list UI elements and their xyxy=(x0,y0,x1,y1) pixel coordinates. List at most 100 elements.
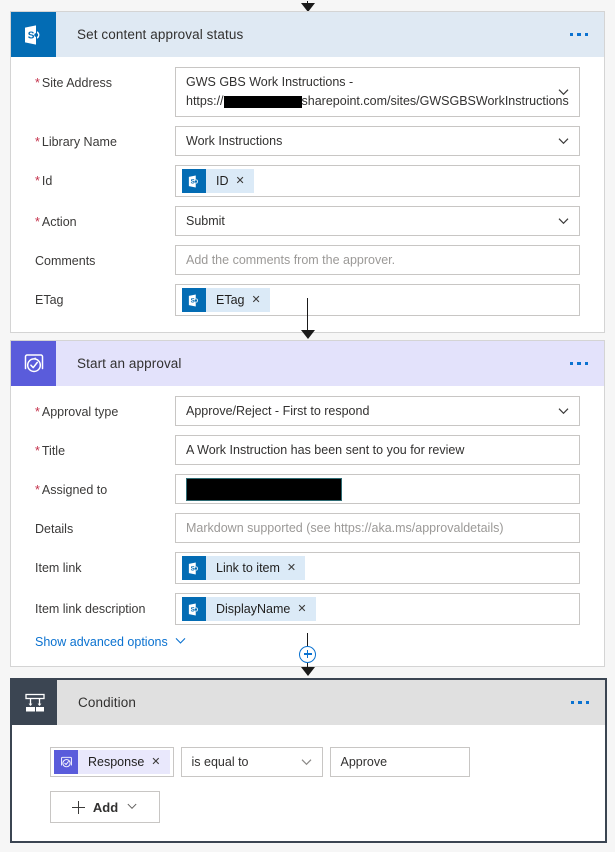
action-dropdown[interactable]: Submit xyxy=(175,206,580,236)
arrow-down-icon xyxy=(300,666,315,676)
field-comments: Comments Add the comments from the appro… xyxy=(35,245,580,275)
card-set-content-approval-status[interactable]: S Set content approval status * Site Addr… xyxy=(10,11,605,333)
site-address-line1: GWS GBS Work Instructions - xyxy=(186,75,354,89)
field-label: Comments xyxy=(35,254,96,268)
comments-placeholder: Add the comments from the approver. xyxy=(186,252,396,267)
svg-text:S: S xyxy=(190,565,194,572)
library-name-dropdown[interactable]: Work Instructions xyxy=(175,126,580,156)
title-input[interactable]: A Work Instruction has been sent to you … xyxy=(175,435,580,465)
connector-2-3 xyxy=(10,630,605,678)
comments-input[interactable]: Add the comments from the approver. xyxy=(175,245,580,275)
id-token-input[interactable]: S ID ✕ xyxy=(175,165,580,197)
card-start-an-approval[interactable]: Start an approval * Approval type Approve… xyxy=(10,340,605,667)
plus-circle-icon[interactable] xyxy=(299,645,316,663)
field-id: * Id S ID ✕ xyxy=(35,165,580,197)
chevron-down-icon xyxy=(557,405,570,418)
condition-left-operand[interactable]: Response ✕ xyxy=(50,747,174,777)
field-label: * Assigned to xyxy=(35,483,108,497)
token-chip[interactable]: S Link to item ✕ xyxy=(182,556,306,580)
add-button-label: Add xyxy=(92,799,119,815)
field-label: * Id xyxy=(35,174,53,188)
library-name-value: Work Instructions xyxy=(186,133,283,148)
field-label: * Action xyxy=(35,215,77,229)
close-icon[interactable]: ✕ xyxy=(151,756,169,768)
token-label: Response xyxy=(88,755,145,769)
field-title: * Title A Work Instruction has been sent … xyxy=(35,435,580,465)
required-asterisk: * xyxy=(35,174,40,188)
card-header: Condition xyxy=(12,680,605,725)
condition-operator-dropdown[interactable]: is equal to xyxy=(180,747,323,777)
condition-right-operand-input[interactable]: Approve xyxy=(329,747,470,777)
card-header: S Set content approval status xyxy=(11,12,604,57)
token-chip[interactable]: S ID ✕ xyxy=(182,169,254,193)
required-asterisk: * xyxy=(35,215,40,229)
ellipsis-icon[interactable] xyxy=(570,700,606,705)
token-chip[interactable]: S DisplayName ✕ xyxy=(182,597,316,621)
card-title: Condition xyxy=(78,695,136,710)
action-value: Submit xyxy=(186,213,225,228)
field-label: Item link description xyxy=(35,602,146,616)
site-address-dropdown[interactable]: GWS GBS Work Instructions - https://shar… xyxy=(175,67,580,117)
plus-icon xyxy=(71,800,85,814)
field-label: * Approval type xyxy=(35,405,119,419)
approval-type-dropdown[interactable]: Approve/Reject - First to respond xyxy=(175,396,580,426)
site-address-line2: https://sharepoint.com/sites/GWSGBSWorkI… xyxy=(186,94,569,108)
card-title: Start an approval xyxy=(77,356,182,371)
item-link-token-input[interactable]: S Link to item ✕ xyxy=(175,552,580,584)
sharepoint-icon: S xyxy=(182,169,206,193)
field-item-link: Item link S Link to item ✕ xyxy=(35,552,580,584)
close-icon[interactable]: ✕ xyxy=(297,603,315,615)
required-asterisk: * xyxy=(35,444,40,458)
field-assigned-to: * Assigned to xyxy=(35,474,580,504)
condition-right-operand-value: Approve xyxy=(340,754,388,769)
svg-text:S: S xyxy=(190,178,194,185)
card-body: * Site Address GWS GBS Work Instructions … xyxy=(11,57,604,332)
field-site-address: * Site Address GWS GBS Work Instructions … xyxy=(35,67,580,117)
close-icon[interactable]: ✕ xyxy=(236,175,254,187)
card-body: * Approval type Approve/Reject - First to… xyxy=(11,386,604,666)
approval-icon xyxy=(54,750,78,774)
required-asterisk: * xyxy=(35,76,40,90)
token-chip[interactable]: Response ✕ xyxy=(54,750,170,774)
field-library-name: * Library Name Work Instructions xyxy=(35,126,580,156)
token-label: ID xyxy=(216,174,229,188)
token-label: Link to item xyxy=(216,561,280,575)
card-header: Start an approval xyxy=(11,341,604,386)
connector-1-2 xyxy=(10,296,605,340)
field-details: Details Markdown supported (see https://… xyxy=(35,513,580,543)
approval-icon xyxy=(11,341,56,386)
item-link-description-token-input[interactable]: S DisplayName ✕ xyxy=(175,593,580,625)
required-asterisk: * xyxy=(35,405,40,419)
ellipsis-icon[interactable] xyxy=(569,361,605,366)
field-label: * Title xyxy=(35,444,66,458)
required-asterisk: * xyxy=(35,483,40,497)
condition-branch-icon xyxy=(12,680,57,725)
svg-text:S: S xyxy=(27,30,34,41)
redaction-bar xyxy=(223,95,302,108)
details-input[interactable]: Markdown supported (see https://aka.ms/a… xyxy=(175,513,580,543)
required-asterisk: * xyxy=(35,135,40,149)
field-action: * Action Submit xyxy=(35,206,580,236)
card-title: Set content approval status xyxy=(77,27,244,42)
assigned-to-input[interactable] xyxy=(175,474,580,504)
ellipsis-icon[interactable] xyxy=(569,32,605,37)
svg-text:S: S xyxy=(190,606,194,613)
field-label: Item link xyxy=(35,561,82,575)
approval-type-value: Approve/Reject - First to respond xyxy=(186,403,370,418)
field-label: Details xyxy=(35,522,74,536)
condition-operator-value: is equal to xyxy=(191,754,249,769)
details-placeholder: Markdown supported (see https://aka.ms/a… xyxy=(186,520,504,535)
chevron-down-icon xyxy=(126,800,138,815)
field-item-link-description: Item link description S DisplayName ✕ xyxy=(35,593,580,625)
title-value: A Work Instruction has been sent to you … xyxy=(186,442,465,457)
sharepoint-icon: S xyxy=(182,556,206,580)
card-condition[interactable]: Condition Response ✕ is equal to Approve… xyxy=(10,678,607,843)
token-label: DisplayName xyxy=(216,602,291,616)
chevron-down-icon xyxy=(300,756,313,769)
add-condition-button[interactable]: Add xyxy=(50,791,160,823)
condition-body: Response ✕ is equal to Approve Add xyxy=(12,725,605,841)
close-icon[interactable]: ✕ xyxy=(287,562,305,574)
arrow-down-icon xyxy=(300,329,315,339)
redaction-bar xyxy=(186,477,342,501)
field-label: * Site Address xyxy=(35,76,113,90)
